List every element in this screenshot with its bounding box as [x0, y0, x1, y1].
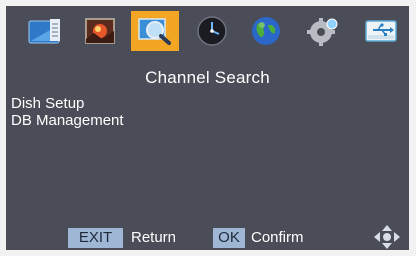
ok-hint-label: Confirm — [251, 229, 304, 246]
menu-item-db-management[interactable]: DB Management — [11, 112, 124, 129]
settings-tab[interactable] — [299, 11, 347, 51]
channel-search-menu: Dish Setup DB Management — [11, 95, 124, 129]
page-title: Channel Search — [145, 68, 270, 87]
picture-tab[interactable] — [76, 11, 124, 51]
tv-program-icon — [28, 19, 60, 44]
picture-icon — [85, 18, 115, 44]
globe-tab[interactable] — [242, 11, 290, 51]
usb-icon — [365, 20, 397, 42]
main-menu-iconbar — [6, 6, 409, 56]
menu-screen: Channel Search Dish Setup DB Management … — [6, 6, 409, 250]
settings-gear-icon — [307, 18, 338, 46]
ok-key[interactable]: OK — [213, 228, 245, 248]
footer-hints: EXIT Return OK Confirm — [6, 222, 409, 250]
tv-program-tab[interactable] — [21, 11, 69, 51]
menu-item-dish-setup[interactable]: Dish Setup — [11, 95, 124, 112]
usb-tab[interactable] — [357, 11, 405, 51]
exit-key[interactable]: EXIT — [68, 228, 123, 248]
exit-hint-label: Return — [131, 229, 177, 246]
channel-search-icon — [138, 18, 171, 45]
channel-search-tab[interactable] — [131, 11, 179, 51]
globe-icon — [252, 17, 280, 45]
clock-icon — [197, 16, 227, 46]
move-arrows-icon — [374, 225, 400, 249]
clock-tab[interactable] — [188, 11, 236, 51]
